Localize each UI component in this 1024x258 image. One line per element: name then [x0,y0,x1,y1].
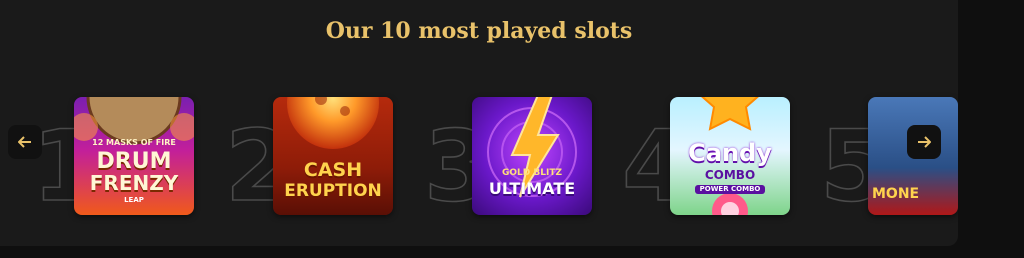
arrow-right-icon [918,136,931,148]
provider-logo: LEAP [124,196,144,204]
game-title-sub: COMBO [704,168,756,182]
slots-carousel: 1 12 MASKS OF FIRE DRUM FRENZY LEAP 2 CA… [0,0,958,246]
game-tile-drum-frenzy[interactable]: 12 MASKS OF FIRE DRUM FRENZY LEAP [74,97,194,215]
title-gold: GOLD [502,168,531,178]
carousel-prev-button[interactable] [8,125,42,159]
slot-card-2[interactable]: 2 CASH ERUPTION [224,66,395,217]
game-title-main: ULTIMATE [488,179,576,198]
most-played-section: Our 10 most played slots 1 12 MASKS OF F… [0,0,958,246]
slot-card-1[interactable]: 1 12 MASKS OF FIRE DRUM FRENZY LEAP [28,66,198,217]
game-title-top: 12 MASKS OF FIRE [92,138,176,147]
game-tile-candy-combo[interactable]: Candy COMBO POWER COMBO [670,97,790,215]
slot-card-4[interactable]: 4 Candy COMBO POWER COMBO [621,66,792,217]
arrow-left-icon [18,136,31,148]
game-title-main: Candy [688,139,772,167]
carousel-next-button[interactable] [907,125,941,159]
game-title-top: GOLD BLITZ [472,168,592,178]
game-title-main: DRUM [96,149,172,174]
game-title-main: MONE [872,186,920,202]
title-blitz: BLITZ [533,168,562,178]
game-title-sub: FRENZY [89,171,179,195]
game-tile-gold-blitz-ultimate[interactable]: GOLD BLITZ ULTIMATE [472,97,592,215]
slot-card-3[interactable]: 3 GOLD BLITZ ULTIMATE [423,66,594,217]
game-tile-cash-eruption[interactable]: CASH ERUPTION [273,97,393,215]
game-title-sub: ERUPTION [284,181,382,201]
game-badge: POWER COMBO [695,185,765,195]
game-title-main: CASH [303,159,363,181]
